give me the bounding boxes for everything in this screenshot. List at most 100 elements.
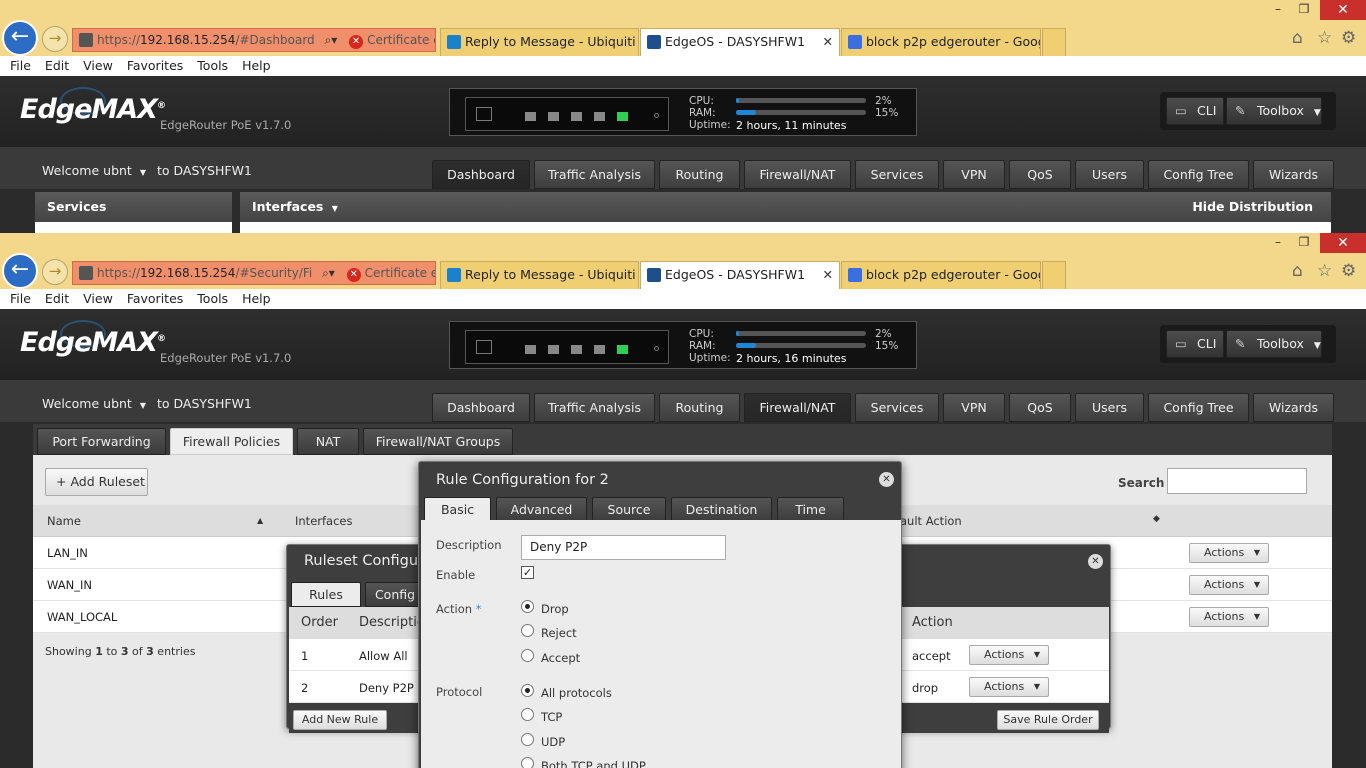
tab-reply-to-message[interactable]: Reply to Message - Ubiquiti Ne...: [440, 261, 639, 289]
tab-rules[interactable]: Rules: [291, 582, 361, 607]
tab-traffic-analysis[interactable]: Traffic Analysis: [534, 393, 655, 422]
favorites-star-icon[interactable]: ☆: [1317, 28, 1332, 48]
tab-firewall-nat[interactable]: Firewall/NAT: [744, 160, 851, 189]
cli-button[interactable]: ▭ CLI: [1166, 97, 1224, 125]
protocol-tcp-radio[interactable]: [521, 708, 534, 721]
forward-button[interactable]: →: [42, 259, 68, 285]
action-drop-radio[interactable]: [521, 600, 534, 613]
tab-google-search[interactable]: block p2p edgerouter - Google...: [841, 28, 1041, 56]
tab-traffic-analysis[interactable]: Traffic Analysis: [534, 160, 655, 189]
close-window-icon[interactable]: ✕: [1320, 0, 1366, 20]
add-ruleset-button[interactable]: + Add Ruleset: [45, 468, 148, 496]
tab-wizards[interactable]: Wizards: [1253, 160, 1334, 189]
welcome-user-menu[interactable]: Welcome ubnt ▼: [42, 396, 146, 411]
description-input[interactable]: Deny P2P: [521, 535, 726, 560]
tab-firewall-nat[interactable]: Firewall/NAT: [744, 393, 851, 422]
close-window-icon[interactable]: ✕: [1320, 233, 1366, 253]
home-icon[interactable]: ⌂: [1292, 261, 1303, 281]
new-tab-button[interactable]: [1042, 261, 1066, 289]
certificate-error-label[interactable]: Certificate er...: [365, 266, 435, 280]
sort-asc-icon[interactable]: ▲: [257, 516, 263, 525]
protocol-udp-radio[interactable]: [521, 733, 534, 746]
tab-users[interactable]: Users: [1075, 393, 1144, 422]
menu-tools[interactable]: Tools: [197, 58, 228, 73]
search-icon[interactable]: ⌕▾: [322, 266, 335, 280]
subtab-firewall-policies[interactable]: Firewall Policies: [170, 428, 293, 455]
add-new-rule-button[interactable]: Add New Rule: [293, 710, 387, 730]
action-reject-radio[interactable]: [521, 624, 534, 637]
tab-wizards[interactable]: Wizards: [1253, 393, 1334, 422]
column-default-action[interactable]: ault Action: [900, 514, 962, 528]
restore-icon[interactable]: ❐: [1288, 235, 1320, 249]
new-tab-button[interactable]: [1042, 28, 1066, 56]
menu-view[interactable]: View: [83, 291, 113, 306]
subtab-port-forwarding[interactable]: Port Forwarding: [37, 428, 166, 455]
address-bar[interactable]: https://192.168.15.254/#Dashboard ⌕▾ ✕ Ce…: [72, 28, 436, 52]
tab-time[interactable]: Time: [777, 497, 844, 522]
menu-edit[interactable]: Edit: [45, 291, 69, 306]
tab-dashboard[interactable]: Dashboard: [432, 393, 530, 422]
close-tab-icon[interactable]: ✕: [823, 29, 833, 55]
interfaces-dropdown[interactable]: Interfaces: [252, 199, 323, 214]
forward-button[interactable]: →: [42, 26, 68, 52]
back-button[interactable]: ←: [2, 253, 38, 289]
ruleset-actions-button[interactable]: Actions ▼: [1189, 543, 1269, 563]
tab-services[interactable]: Services: [855, 160, 939, 189]
tab-dashboard[interactable]: Dashboard: [432, 160, 530, 189]
column-action[interactable]: Action: [912, 615, 953, 630]
tab-source[interactable]: Source: [592, 497, 666, 522]
certificate-error-label[interactable]: Certificate er...: [367, 33, 435, 47]
menu-favorites[interactable]: Favorites: [127, 58, 183, 73]
menu-help[interactable]: Help: [242, 291, 271, 306]
settings-gear-icon[interactable]: ⚙: [1341, 28, 1356, 48]
toolbox-button[interactable]: ✎ Toolbox ▼: [1226, 97, 1322, 125]
back-button[interactable]: ←: [2, 20, 38, 56]
search-input[interactable]: [1167, 468, 1307, 494]
ruleset-actions-button[interactable]: Actions ▼: [1189, 575, 1269, 595]
menu-view[interactable]: View: [83, 58, 113, 73]
close-tab-icon[interactable]: ✕: [823, 262, 833, 288]
tab-routing[interactable]: Routing: [659, 393, 740, 422]
cli-button[interactable]: ▭ CLI: [1166, 330, 1224, 358]
tab-config-tree[interactable]: Config Tree: [1148, 160, 1249, 189]
protocol-tcp-udp-radio[interactable]: [521, 757, 534, 768]
subtab-firewall-nat-groups[interactable]: Firewall/NAT Groups: [363, 428, 513, 455]
tab-google-search[interactable]: block p2p edgerouter - Google...: [841, 261, 1041, 289]
menu-tools[interactable]: Tools: [197, 291, 228, 306]
tab-qos[interactable]: QoS: [1009, 393, 1071, 422]
tab-vpn[interactable]: VPN: [943, 393, 1005, 422]
rule-actions-button[interactable]: Actions ▼: [969, 677, 1049, 697]
hide-distribution-button[interactable]: Hide Distribution: [1192, 192, 1313, 222]
protocol-all-radio[interactable]: [521, 684, 534, 697]
action-accept-radio[interactable]: [521, 649, 534, 662]
address-bar[interactable]: https://192.168.15.254/#Security/Fi ⌕▾ ✕…: [72, 261, 436, 285]
search-icon[interactable]: ⌕▾: [324, 33, 337, 47]
tab-users[interactable]: Users: [1075, 160, 1144, 189]
tab-reply-to-message[interactable]: Reply to Message - Ubiquiti Ne...: [440, 28, 639, 56]
tab-basic[interactable]: Basic: [424, 497, 491, 522]
restore-icon[interactable]: ❐: [1288, 2, 1320, 16]
tab-config[interactable]: Config: [365, 582, 425, 607]
tab-edgeos[interactable]: EdgeOS - DASYSHFW1 ✕: [640, 261, 840, 290]
sort-both-icon[interactable]: ◆: [1153, 514, 1160, 524]
column-description[interactable]: Descriptio: [359, 615, 425, 630]
subtab-nat[interactable]: NAT: [297, 428, 359, 455]
favorites-star-icon[interactable]: ☆: [1317, 261, 1332, 281]
settings-gear-icon[interactable]: ⚙: [1341, 261, 1356, 281]
home-icon[interactable]: ⌂: [1292, 28, 1303, 48]
close-icon[interactable]: ✕: [1088, 554, 1103, 569]
menu-file[interactable]: File: [10, 291, 31, 306]
column-order[interactable]: Order: [301, 615, 338, 630]
menu-favorites[interactable]: Favorites: [127, 291, 183, 306]
chevron-down-icon[interactable]: ▼: [332, 204, 338, 213]
menu-edit[interactable]: Edit: [45, 58, 69, 73]
tab-vpn[interactable]: VPN: [943, 160, 1005, 189]
rule-actions-button[interactable]: Actions ▼: [969, 645, 1049, 665]
tab-destination[interactable]: Destination: [671, 497, 772, 522]
tab-config-tree[interactable]: Config Tree: [1148, 393, 1249, 422]
enable-checkbox[interactable]: ✓: [521, 566, 534, 579]
column-interfaces[interactable]: Interfaces: [295, 514, 352, 528]
column-name[interactable]: Name: [47, 514, 81, 528]
menu-help[interactable]: Help: [242, 58, 271, 73]
tab-qos[interactable]: QoS: [1009, 160, 1071, 189]
